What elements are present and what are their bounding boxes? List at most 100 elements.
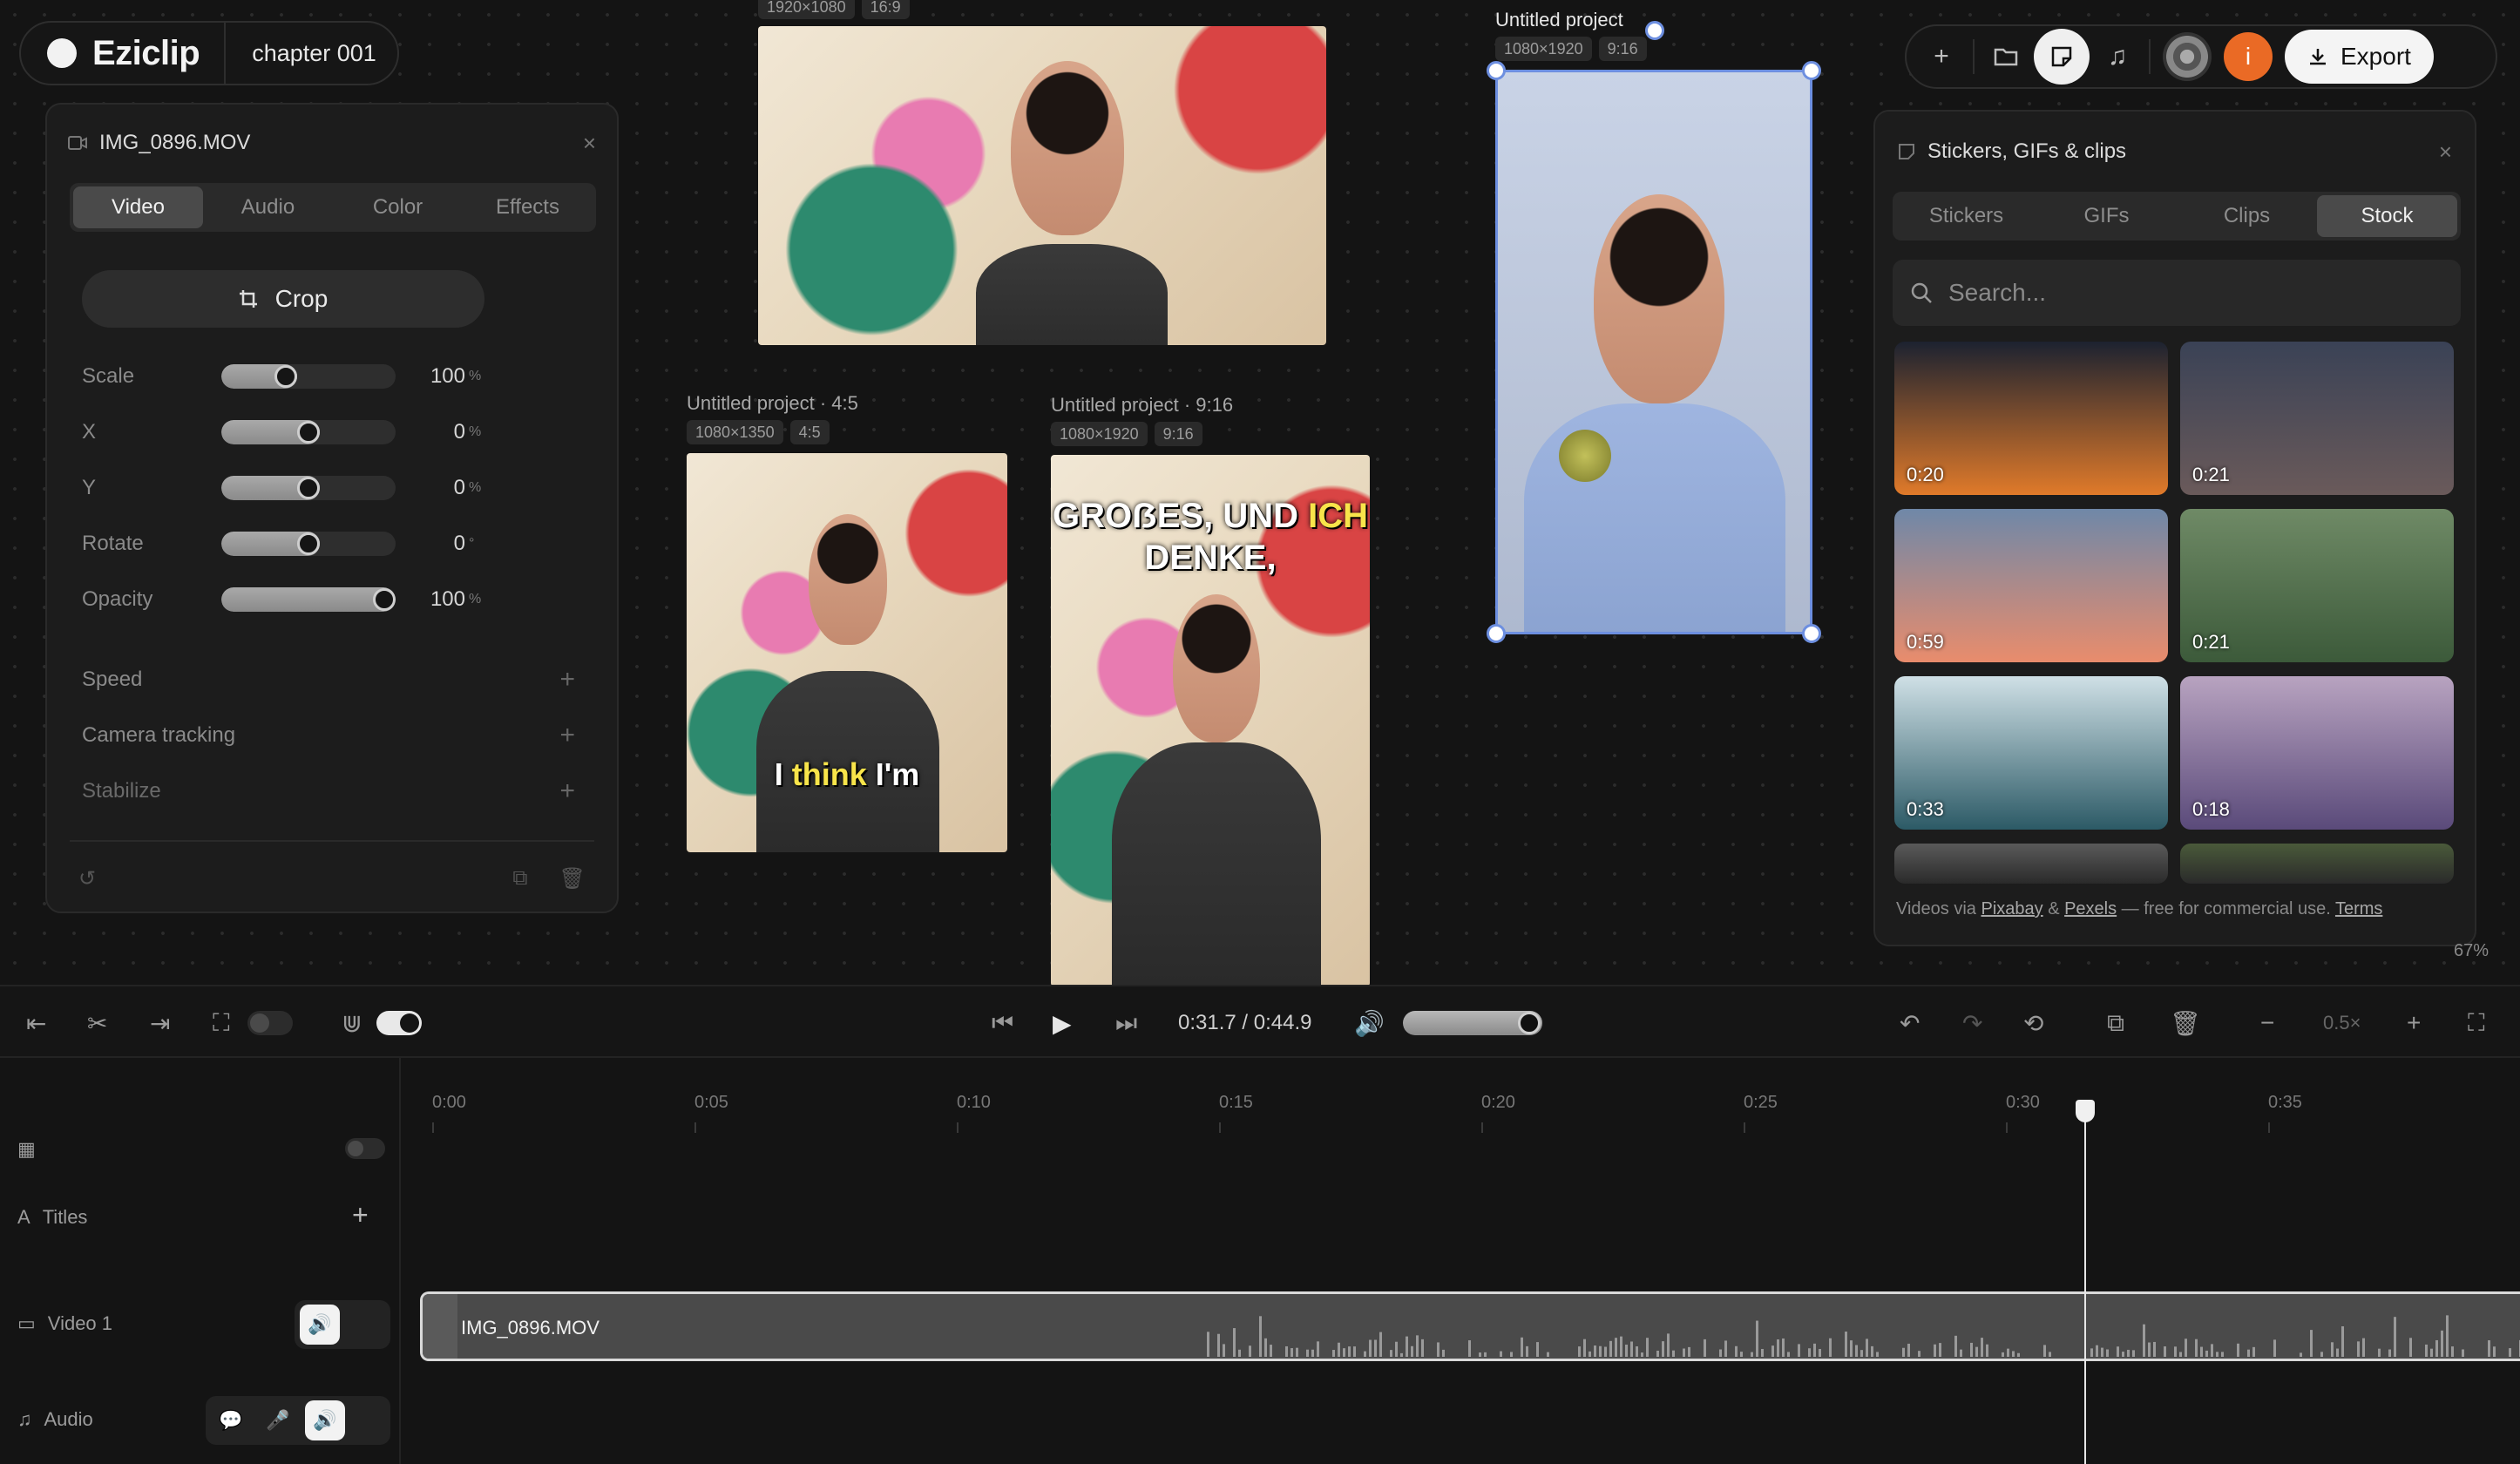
timeline-ruler[interactable]: 0:00 0:05 0:10 0:15 0:20 0:25 0:30 0:35 — [423, 1093, 2515, 1145]
resize-handle-br[interactable] — [1802, 624, 1821, 643]
waveform-bar — [1589, 1351, 1591, 1357]
flower-image — [1559, 430, 1611, 482]
auto-crop-toggle[interactable] — [247, 1011, 293, 1035]
reset-icon[interactable]: ↺ — [78, 866, 96, 891]
waveform-bar — [2017, 1352, 2020, 1357]
trim-end-icon[interactable]: ⇥ — [150, 986, 170, 1060]
stock-search-input[interactable]: Search... — [1893, 260, 2461, 326]
pexels-link[interactable]: Pexels — [2064, 899, 2117, 918]
skip-forward-icon[interactable]: ⏭ — [1115, 986, 1137, 1060]
timeline[interactable]: ▦ A Titles + ▭ Video 1 🔊 ♫ Audio 💬 🎤 🔊 0… — [0, 1058, 2520, 1464]
tab-audio[interactable]: Audio — [203, 186, 333, 228]
workspace-avatar[interactable] — [2163, 32, 2212, 81]
add-stabilize-icon[interactable]: + — [559, 776, 575, 806]
trim-start-icon[interactable]: ⇤ — [26, 986, 46, 1060]
duplicate-icon[interactable]: ⧉ — [512, 866, 527, 891]
split-icon[interactable]: ✂ — [87, 986, 107, 1060]
add-camera-tracking-icon[interactable]: + — [559, 721, 575, 750]
duplicate-icon[interactable]: ⧉ — [2107, 986, 2124, 1060]
preview-169-frame[interactable] — [758, 26, 1326, 345]
y-slider[interactable] — [221, 476, 396, 500]
opacity-slider[interactable] — [221, 587, 396, 612]
resize-handle-tl[interactable] — [1487, 61, 1506, 80]
stock-thumb[interactable]: 0:18 — [2180, 676, 2454, 830]
waveform-bar — [1918, 1351, 1920, 1357]
waveform-bar — [1630, 1341, 1633, 1357]
skip-back-icon[interactable]: ⏮ — [992, 986, 1013, 1060]
fit-timeline-icon[interactable]: ⛶ — [2468, 986, 2485, 1060]
project-name[interactable]: chapter 001 — [252, 40, 376, 67]
editor-canvas[interactable]: Eziclip chapter 001 IMG_0896.MOV × Video… — [0, 0, 2520, 985]
stock-thumb-partial[interactable] — [1894, 844, 2168, 884]
tab-gifs[interactable]: GIFs — [2036, 195, 2177, 237]
stabilize-section[interactable]: Stabilize + — [82, 774, 575, 809]
track-toggle[interactable] — [345, 1138, 385, 1159]
pixabay-link[interactable]: Pixabay — [1981, 899, 2042, 918]
waveform-bar — [1374, 1339, 1377, 1357]
tab-stock[interactable]: Stock — [2317, 195, 2457, 237]
stock-thumb[interactable]: 0:21 — [2180, 342, 2454, 495]
delete-icon[interactable]: 🗑 — [559, 866, 586, 891]
sticker-icon[interactable] — [2034, 29, 2090, 85]
tab-effects[interactable]: Effects — [463, 186, 593, 228]
grid-icon[interactable]: ▦ — [17, 1138, 36, 1161]
speaker-icon[interactable]: 🔊 — [300, 1305, 340, 1345]
auto-crop-icon[interactable]: ⛶ — [213, 986, 230, 1060]
preview-916-frame[interactable]: GROẞES, UND ICH DENKE, — [1051, 455, 1370, 985]
add-title-button[interactable]: + — [352, 1199, 369, 1231]
resize-handle-bl[interactable] — [1487, 624, 1506, 643]
add-speed-icon[interactable]: + — [559, 665, 575, 695]
terms-link[interactable]: Terms — [2335, 899, 2382, 918]
history-icon[interactable]: ⟲ — [2023, 986, 2043, 1060]
folder-icon[interactable] — [1978, 29, 2034, 85]
stock-thumb[interactable]: 0:21 — [2180, 509, 2454, 662]
redo-icon[interactable]: ↷ — [1962, 986, 1982, 1060]
rotate-slider[interactable] — [221, 532, 396, 556]
speed-section[interactable]: Speed + — [82, 662, 575, 697]
music-icon[interactable]: ♫ — [2090, 29, 2145, 85]
stock-thumb-partial[interactable] — [2180, 844, 2454, 884]
waveform-bar — [2320, 1352, 2323, 1357]
waveform-bar — [1421, 1339, 1424, 1357]
video-track-controls: 🔊 — [295, 1300, 390, 1349]
close-panel-button[interactable]: × — [2439, 139, 2452, 166]
video-clip[interactable]: IMG_0896.MOV — [420, 1291, 2520, 1361]
export-button[interactable]: Export — [2285, 30, 2434, 84]
camera-tracking-section[interactable]: Camera tracking + — [82, 718, 575, 753]
close-panel-button[interactable]: × — [583, 130, 596, 157]
volume-icon[interactable]: 🔊 — [1354, 986, 1385, 1060]
playhead-handle[interactable] — [2076, 1100, 2095, 1122]
scale-slider[interactable] — [221, 364, 396, 389]
stock-thumb[interactable]: 0:59 — [1894, 509, 2168, 662]
tab-stickers[interactable]: Stickers — [1896, 195, 2036, 237]
magnet-snap-icon[interactable]: ⋓ — [342, 986, 362, 1060]
rotate-handle[interactable] — [1645, 21, 1664, 40]
waveform-bar — [2143, 1324, 2145, 1357]
captions-icon[interactable]: 💬 — [211, 1400, 251, 1440]
tab-color[interactable]: Color — [333, 186, 463, 228]
delete-icon[interactable]: 🗑 — [2170, 986, 2201, 1060]
tab-video[interactable]: Video — [73, 186, 203, 228]
zoom-in-icon[interactable]: + — [2407, 986, 2421, 1060]
user-avatar[interactable]: i — [2224, 32, 2273, 81]
resize-handle-tr[interactable] — [1802, 61, 1821, 80]
speaker-icon[interactable]: 🔊 — [305, 1400, 345, 1440]
stock-thumb[interactable]: 0:33 — [1894, 676, 2168, 830]
selected-preview-frame[interactable] — [1495, 70, 1812, 634]
preview-45-frame[interactable]: I think I'm — [687, 453, 1007, 852]
waveform-bar — [1353, 1346, 1356, 1357]
playhead[interactable] — [2084, 1101, 2086, 1464]
stock-thumb[interactable]: 0:20 — [1894, 342, 2168, 495]
waveform-bar — [1667, 1333, 1670, 1357]
tab-clips[interactable]: Clips — [2177, 195, 2317, 237]
snap-toggle[interactable] — [376, 1011, 422, 1035]
x-slider[interactable] — [221, 420, 396, 444]
zoom-out-icon[interactable]: − — [2260, 986, 2274, 1060]
microphone-icon[interactable]: 🎤 — [258, 1400, 298, 1440]
play-icon[interactable]: ▶ — [1053, 986, 1072, 1060]
add-button[interactable]: + — [1914, 29, 1969, 85]
waveform-bar — [1954, 1335, 1957, 1357]
volume-slider[interactable] — [1403, 1011, 1542, 1035]
undo-icon[interactable]: ↶ — [1900, 986, 1920, 1060]
crop-button[interactable]: Crop — [82, 270, 484, 328]
